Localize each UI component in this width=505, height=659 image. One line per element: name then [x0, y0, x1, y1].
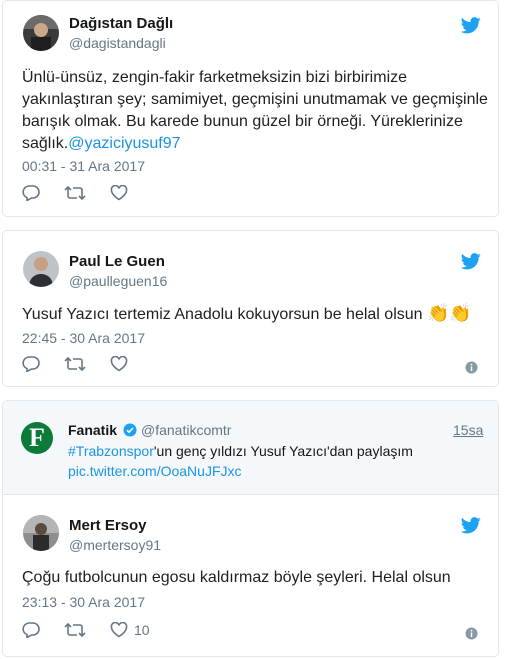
heart-icon — [110, 356, 128, 372]
avatar[interactable] — [23, 515, 59, 551]
reply-button[interactable] — [22, 622, 40, 638]
avatar-letter: F — [29, 423, 45, 452]
tweet-body: Yusuf Yazıcı tertemiz Anadolu kokuyorsun… — [22, 306, 423, 323]
author-handle[interactable]: @paulleguen16 — [69, 273, 167, 289]
twitter-bird-icon[interactable] — [461, 253, 481, 270]
clap-emoji: 👏👏 — [427, 303, 472, 323]
tweet-text: Yusuf Yazıcı tertemiz Anadolu kokuyorsun… — [22, 302, 492, 326]
reply-button[interactable] — [22, 185, 40, 201]
author-name[interactable]: Paul Le Guen — [69, 253, 165, 270]
media-link[interactable]: pic.twitter.com/OoaNuJFJxc — [68, 463, 242, 479]
twitter-bird-icon[interactable] — [461, 17, 481, 34]
retweet-icon — [64, 622, 86, 638]
author-name[interactable]: Fanatik — [68, 422, 117, 438]
verified-icon — [123, 423, 137, 437]
info-icon[interactable] — [465, 361, 478, 374]
like-button[interactable] — [110, 185, 128, 201]
author-handle[interactable]: @fanatikcomtr — [141, 422, 231, 438]
info-icon[interactable] — [465, 627, 478, 640]
tweet-card: Paul Le Guen @paulleguen16 Yusuf Yazıcı … — [2, 230, 499, 387]
retweet-button[interactable] — [64, 622, 86, 638]
reply-icon — [22, 185, 40, 201]
mention-link[interactable]: @yaziciyusuf97 — [68, 135, 180, 152]
author-handle[interactable]: @mertersoy91 — [69, 537, 161, 553]
heart-icon — [110, 622, 128, 638]
avatar[interactable]: F — [21, 422, 53, 454]
heart-icon — [110, 185, 128, 201]
quoted-tweet[interactable]: F Fanatik @fanatikcomtr 15sa #Trabzonspo… — [3, 401, 498, 495]
tweet-actions — [22, 356, 152, 372]
reply-button[interactable] — [22, 356, 40, 372]
timestamp[interactable]: 22:45 - 30 Ara 2017 — [22, 330, 145, 346]
tweet-body: 'un genç yıldızı Yusuf Yazıcı'dan paylaş… — [153, 443, 413, 459]
tweet-card: F Fanatik @fanatikcomtr 15sa #Trabzonspo… — [2, 400, 499, 657]
timestamp[interactable]: 00:31 - 31 Ara 2017 — [22, 158, 145, 174]
tweet-card: Dağıstan Dağlı @dagistandagli Ünlü-ünsüz… — [2, 0, 499, 217]
tweet-text: Çoğu futbolcunun egosu kaldırmaz böyle ş… — [22, 569, 451, 586]
retweet-icon — [64, 185, 86, 201]
author-handle[interactable]: @dagistandagli — [69, 35, 166, 51]
tweet-text: Ünlü-ünsüz, zengin-fakir farketmeksizin … — [22, 67, 492, 155]
tweet-actions: 10 — [22, 622, 174, 638]
retweet-button[interactable] — [64, 356, 86, 372]
like-button[interactable]: 10 — [110, 622, 150, 638]
timestamp[interactable]: 15sa — [453, 422, 483, 438]
author-name[interactable]: Dağıstan Dağlı — [69, 15, 173, 32]
twitter-bird-icon[interactable] — [461, 517, 481, 534]
retweet-icon — [64, 356, 86, 372]
reply-icon — [22, 622, 40, 638]
avatar[interactable] — [23, 15, 59, 51]
tweet-actions — [22, 185, 152, 201]
reply-icon — [22, 356, 40, 372]
like-button[interactable] — [110, 356, 128, 372]
avatar[interactable] — [23, 251, 59, 287]
like-count: 10 — [134, 622, 150, 638]
retweet-button[interactable] — [64, 185, 86, 201]
hashtag-link[interactable]: #Trabzonspor — [68, 443, 154, 459]
author-name[interactable]: Mert Ersoy — [69, 517, 147, 534]
quoted-text: #Trabzonspor'un genç yıldızı Yusuf Yazıc… — [68, 441, 478, 481]
timestamp[interactable]: 23:13 - 30 Ara 2017 — [22, 594, 145, 610]
